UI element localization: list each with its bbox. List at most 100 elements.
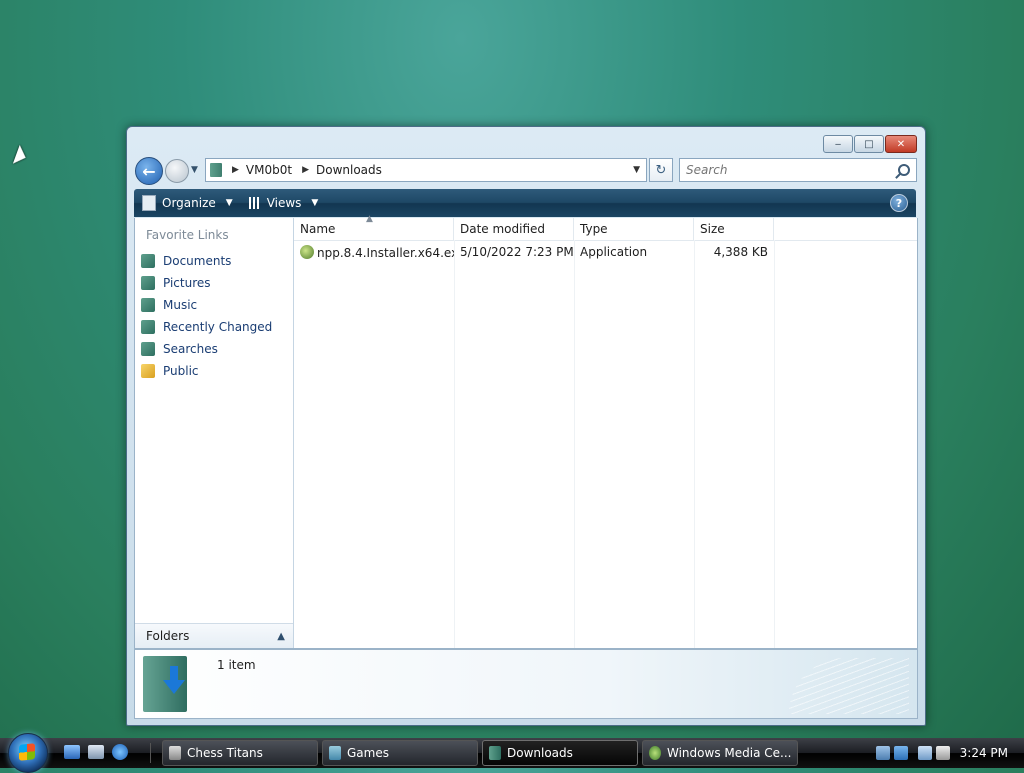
file-name-cell[interactable]: npp.8.4.Installer.x64.exe xyxy=(294,244,454,260)
column-header-type[interactable]: Type xyxy=(574,218,694,240)
public-folder-icon xyxy=(141,364,155,378)
folders-label: Folders xyxy=(146,629,190,643)
task-label: Downloads xyxy=(507,746,573,760)
close-button[interactable]: ✕ xyxy=(885,135,917,153)
explorer-window: ‒ □ ✕ ← ▼ ▶ VM0b0t ▶ Downloads ▼ ↻ Organ… xyxy=(126,126,926,726)
recently-changed-icon xyxy=(141,320,155,334)
taskbar-separator xyxy=(150,743,151,763)
organize-icon xyxy=(142,195,156,211)
minimize-button[interactable]: ‒ xyxy=(823,135,853,153)
breadcrumb-user[interactable]: VM0b0t xyxy=(246,163,292,177)
nav-item-recently-changed[interactable]: Recently Changed xyxy=(141,316,272,338)
nav-item-searches[interactable]: Searches xyxy=(141,338,272,360)
folder-icon xyxy=(210,163,222,177)
chess-titans-icon xyxy=(169,746,181,760)
address-bar[interactable]: ▶ VM0b0t ▶ Downloads ▼ xyxy=(205,158,647,182)
chevron-up-icon: ▲ xyxy=(277,630,285,642)
chevron-right-icon[interactable]: ▶ xyxy=(302,165,309,175)
internet-explorer-icon[interactable] xyxy=(112,744,128,760)
file-size-cell: 4,388 KB xyxy=(713,245,768,259)
command-toolbar: Organize ▼ Views ▼ ? xyxy=(134,189,916,217)
refresh-button[interactable]: ↻ xyxy=(649,158,673,182)
nav-item-public[interactable]: Public xyxy=(141,360,272,382)
network-icon[interactable] xyxy=(894,746,908,760)
nav-item-documents[interactable]: Documents xyxy=(141,250,272,272)
task-chess-titans[interactable]: Chess Titans xyxy=(162,740,318,766)
network-sharing-icon[interactable] xyxy=(876,746,890,760)
media-center-icon xyxy=(649,746,661,760)
search-icon[interactable] xyxy=(898,164,910,176)
decorative-swoosh xyxy=(789,658,909,714)
switch-windows-icon[interactable] xyxy=(88,745,104,759)
folders-toggle[interactable]: Folders ▲ xyxy=(135,623,293,648)
views-label: Views xyxy=(266,196,302,210)
display-icon[interactable] xyxy=(918,746,932,760)
nav-item-label: Searches xyxy=(163,342,218,356)
search-input[interactable] xyxy=(684,162,888,178)
column-label: Name xyxy=(300,222,336,236)
sort-ascending-icon: ▲ xyxy=(366,214,373,224)
nav-item-label: Music xyxy=(163,298,198,312)
games-icon xyxy=(329,746,341,760)
system-tray: 3:24 PM xyxy=(872,738,1024,768)
forward-button[interactable] xyxy=(165,159,189,183)
column-label: Size xyxy=(700,222,725,236)
volume-muted-icon[interactable] xyxy=(936,746,950,760)
mouse-cursor-icon xyxy=(12,144,30,168)
task-label: Games xyxy=(347,746,389,760)
application-icon xyxy=(300,244,314,259)
column-label: Type xyxy=(580,222,608,236)
task-label: Chess Titans xyxy=(187,746,263,760)
task-label: Windows Media Ce... xyxy=(667,746,792,760)
nav-item-label: Public xyxy=(163,364,199,378)
nav-item-pictures[interactable]: Pictures xyxy=(141,272,272,294)
column-headers: ▲ Name Date modified Type Size xyxy=(294,214,917,241)
show-desktop-icon[interactable] xyxy=(64,745,80,759)
file-date-cell: 5/10/2022 7:23 PM xyxy=(460,245,574,259)
breadcrumb-downloads[interactable]: Downloads xyxy=(316,163,382,177)
windows-logo-icon xyxy=(19,743,35,761)
address-dropdown-icon[interactable]: ▼ xyxy=(633,165,640,175)
downloads-folder-icon xyxy=(489,746,501,760)
back-button[interactable]: ← xyxy=(135,157,163,185)
task-windows-media-center[interactable]: Windows Media Ce... xyxy=(642,740,798,766)
task-games[interactable]: Games xyxy=(322,740,478,766)
maximize-button[interactable]: □ xyxy=(854,135,884,153)
task-downloads[interactable]: Downloads xyxy=(482,740,638,766)
pictures-icon xyxy=(141,276,155,290)
content-area: Favorite Links Documents Pictures Music … xyxy=(134,214,918,649)
help-button[interactable]: ? xyxy=(890,194,908,212)
download-arrow-icon xyxy=(163,666,185,694)
favorite-links-list: Documents Pictures Music Recently Change… xyxy=(141,250,272,382)
nav-item-label: Documents xyxy=(163,254,232,268)
favorite-links-heading: Favorite Links xyxy=(146,228,229,242)
taskbar: Chess Titans Games Downloads Windows Med… xyxy=(0,733,1024,773)
column-header-size[interactable]: Size xyxy=(694,218,774,240)
file-list: ▲ Name Date modified Type Size npp.8.4.I… xyxy=(294,214,917,648)
views-button[interactable]: Views ▼ xyxy=(241,189,327,217)
recent-pages-dropdown[interactable]: ▼ xyxy=(191,165,198,175)
search-box[interactable] xyxy=(679,158,917,182)
organize-button[interactable]: Organize ▼ xyxy=(134,189,241,217)
nav-item-label: Recently Changed xyxy=(163,320,273,334)
nav-item-label: Pictures xyxy=(163,276,211,290)
documents-icon xyxy=(141,254,155,268)
organize-label: Organize xyxy=(162,196,216,210)
views-icon xyxy=(248,197,261,209)
details-pane: 1 item xyxy=(134,649,918,719)
clock[interactable]: 3:24 PM xyxy=(960,746,1008,760)
column-header-name[interactable]: ▲ Name xyxy=(294,214,454,240)
chevron-down-icon: ▼ xyxy=(311,198,319,208)
searches-icon xyxy=(141,342,155,356)
file-type-cell: Application xyxy=(580,245,648,259)
item-count: 1 item xyxy=(217,658,256,672)
nav-item-music[interactable]: Music xyxy=(141,294,272,316)
navigation-pane: Favorite Links Documents Pictures Music … xyxy=(135,218,294,648)
chevron-down-icon: ▼ xyxy=(225,198,233,208)
address-row: ← ▼ ▶ VM0b0t ▶ Downloads ▼ ↻ xyxy=(135,157,917,185)
start-button[interactable] xyxy=(8,733,48,773)
table-row[interactable]: npp.8.4.Installer.x64.exe 5/10/2022 7:23… xyxy=(294,242,774,262)
music-icon xyxy=(141,298,155,312)
chevron-right-icon[interactable]: ▶ xyxy=(232,165,239,175)
column-header-date-modified[interactable]: Date modified xyxy=(454,218,574,240)
